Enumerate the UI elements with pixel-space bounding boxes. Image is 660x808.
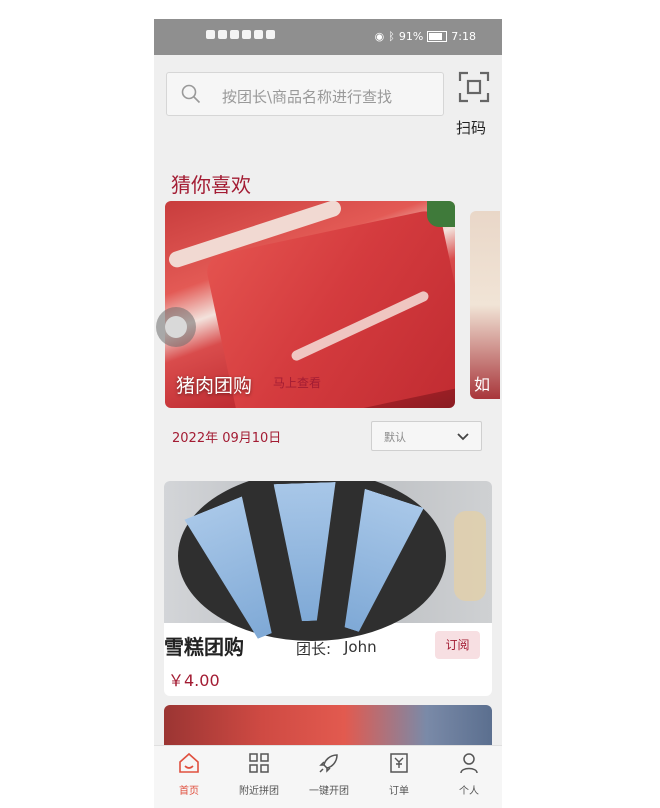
meat-image [427, 201, 455, 227]
tab-start-group[interactable]: 一键开团 [294, 746, 364, 808]
leader-name: John [344, 638, 377, 656]
floating-assistive-button[interactable] [156, 307, 196, 347]
app-icon [242, 30, 251, 39]
wifi-icon [218, 30, 227, 39]
product-price: ￥4.00 [168, 671, 220, 690]
tab-label: 附近拼团 [239, 786, 279, 797]
camera-icon [230, 30, 239, 39]
leader-label: 团长: [296, 640, 332, 658]
search-placeholder: 按团长\商品名称进行查找 [222, 88, 393, 106]
rocket-icon [319, 754, 338, 773]
nuts-image [454, 511, 486, 601]
product-card[interactable]: 雪糕团购 团长: John 订阅 ￥4.00 [164, 481, 492, 696]
tab-profile[interactable]: 个人 [434, 746, 502, 808]
date-label: 2022年 09月10日 [172, 431, 282, 446]
scan-label: 扫码 [456, 119, 487, 137]
scan-icon [458, 71, 490, 103]
sort-value: 默认 [384, 431, 406, 444]
sort-select[interactable]: 默认 [371, 421, 482, 451]
scan-button[interactable]: 扫码 [454, 71, 492, 141]
tab-label: 一键开团 [309, 786, 349, 797]
carousel-slide[interactable]: 猪肉团购 马上查看 [165, 201, 455, 408]
search-input[interactable]: 按团长\商品名称进行查找 [166, 72, 444, 116]
tab-label: 订单 [389, 786, 409, 797]
clock: 7:18 [451, 30, 476, 43]
bluetooth-icon: ᛒ [388, 30, 395, 43]
product-image [164, 481, 492, 623]
subscribe-button[interactable]: 订阅 [435, 631, 480, 659]
tab-label: 个人 [459, 786, 479, 797]
section-title: 猜你喜欢 [171, 173, 251, 197]
tab-nearby[interactable]: 附近拼团 [224, 746, 294, 808]
eye-icon: ◉ [374, 30, 385, 43]
tab-bar: 首页 附近拼团 一键开团 订单 个人 [154, 745, 502, 808]
app-icon [254, 30, 263, 39]
slide-link[interactable]: 马上查看 [273, 374, 321, 391]
slide-next-caption: 如 [474, 375, 491, 394]
status-icons [206, 30, 275, 39]
order-icon [390, 753, 408, 773]
tab-label: 首页 [179, 786, 199, 797]
carousel-slide-next[interactable]: 如 [470, 211, 500, 399]
battery-icon [427, 31, 448, 42]
signal-icon [206, 30, 215, 39]
tab-home[interactable]: 首页 [154, 746, 224, 808]
phone-screen: ◉ ᛒ 91% 7:18 按团长\商品名称进行查找 扫码 猜你喜欢 猪肉团购 马… [154, 19, 502, 808]
status-bar: ◉ ᛒ 91% 7:18 [154, 19, 502, 55]
user-icon [460, 753, 478, 774]
tab-orders[interactable]: 订单 [364, 746, 434, 808]
product-name: 雪糕团购 [164, 635, 244, 659]
recommend-carousel[interactable]: 猪肉团购 马上查看 如 [165, 201, 502, 409]
slide-caption: 猪肉团购 [176, 375, 253, 397]
home-icon [179, 752, 199, 773]
search-icon [181, 84, 201, 104]
battery-percent: 91% [398, 30, 424, 43]
chevron-down-icon [457, 433, 469, 441]
app-icon [266, 30, 275, 39]
grid-icon [249, 753, 269, 773]
status-right: ◉ ᛒ 91% 7:18 [375, 30, 476, 43]
